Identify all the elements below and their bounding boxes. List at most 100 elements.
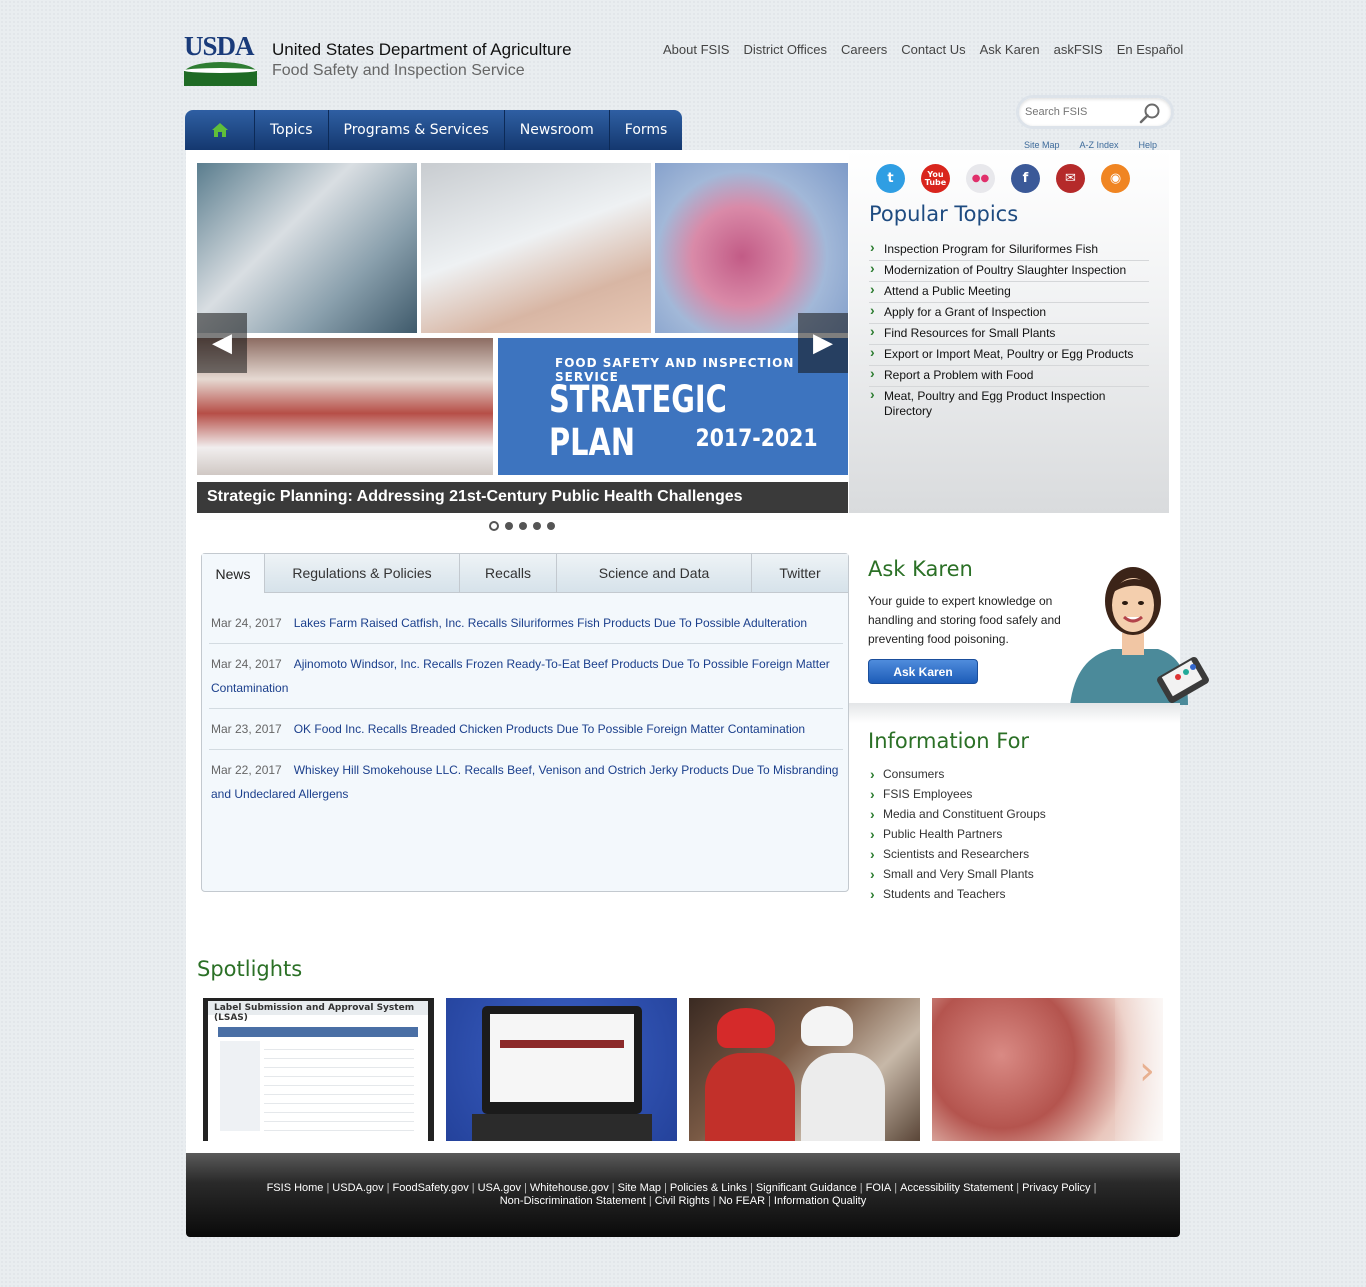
slide-dot-5[interactable]: [547, 522, 555, 530]
popular-topics-title: Popular Topics: [869, 202, 1019, 226]
utility-nav: About FSIS District Offices Careers Cont…: [663, 42, 1183, 57]
information-for-item[interactable]: Scientists and Researchers: [869, 844, 1046, 864]
arrow-right-icon: ▶: [813, 328, 833, 358]
popular-topic-item[interactable]: Report a Problem with Food: [869, 366, 1149, 387]
footer-link[interactable]: Site Map: [618, 1182, 661, 1194]
ask-karen-title: Ask Karen: [868, 557, 973, 581]
usda-logo[interactable]: USDA: [184, 31, 257, 86]
az-index-link[interactable]: A-Z Index: [1080, 140, 1119, 150]
footer-link[interactable]: USA.gov: [478, 1182, 521, 1194]
tab-recalls[interactable]: Recalls: [460, 554, 557, 593]
footer-link[interactable]: Whitehouse.gov: [530, 1182, 609, 1194]
utility-link-district-offices[interactable]: District Offices: [743, 42, 827, 57]
information-for-item[interactable]: Small and Very Small Plants: [869, 864, 1046, 884]
slide-dot-4[interactable]: [533, 522, 541, 530]
spotlights-title: Spotlights: [197, 957, 303, 981]
nav-programs-services[interactable]: Programs & Services: [329, 110, 505, 150]
slide-photo-processing-line[interactable]: [197, 163, 417, 333]
site-map-link[interactable]: Site Map: [1024, 140, 1060, 150]
news-item: Mar 22, 2017 Whiskey Hill Smokehouse LLC.…: [209, 750, 843, 814]
information-for-item[interactable]: Media and Constituent Groups: [869, 804, 1046, 824]
footer-link[interactable]: Civil Rights: [655, 1195, 710, 1207]
footer-link[interactable]: Privacy Policy: [1022, 1182, 1090, 1194]
information-for-item[interactable]: Consumers: [869, 764, 1046, 784]
slide-strategic-plan[interactable]: FOOD SAFETY AND INSPECTION SERVICE STRAT…: [498, 338, 848, 475]
utility-link-careers[interactable]: Careers: [841, 42, 887, 57]
footer-link[interactable]: Policies & Links: [670, 1182, 747, 1194]
news-link[interactable]: OK Food Inc. Recalls Breaded Chicken Pro…: [294, 722, 805, 736]
agency-name[interactable]: United States Department of Agriculture: [272, 40, 572, 60]
news-link[interactable]: Ajinomoto Windsor, Inc. Recalls Frozen R…: [211, 657, 830, 695]
slide-caption[interactable]: Strategic Planning: Addressing 21st-Cent…: [197, 482, 848, 513]
tab-science-data[interactable]: Science and Data: [557, 554, 752, 593]
nav-topics[interactable]: Topics: [255, 110, 329, 150]
footer-link[interactable]: No FEAR: [719, 1195, 765, 1207]
spotlight-laptop[interactable]: [446, 998, 677, 1141]
utility-link-contact-us[interactable]: Contact Us: [901, 42, 965, 57]
nav-forms[interactable]: Forms: [610, 110, 683, 150]
spotlight-lsas[interactable]: Label Submission and Approval System (LS…: [203, 998, 434, 1141]
popular-topic-item[interactable]: Apply for a Grant of Inspection: [869, 303, 1149, 324]
utility-link-en-espanol[interactable]: En Español: [1117, 42, 1184, 57]
information-for-item[interactable]: Students and Teachers: [869, 884, 1046, 904]
spotlight-inspectors[interactable]: [689, 998, 920, 1141]
slide-next-button[interactable]: ▶: [798, 313, 848, 373]
search-input[interactable]: [1025, 103, 1135, 121]
agency-subtitle[interactable]: Food Safety and Inspection Service: [272, 62, 525, 80]
slide-dot-2[interactable]: [505, 522, 513, 530]
spotlight-ham[interactable]: ›: [932, 998, 1163, 1141]
spotlight-next-icon[interactable]: ›: [1139, 1048, 1155, 1094]
slide-dot-3[interactable]: [519, 522, 527, 530]
flickr-icon[interactable]: ●●: [966, 164, 995, 193]
slide-photo-inspector[interactable]: [421, 163, 651, 333]
footer-link[interactable]: FSIS Home: [267, 1182, 324, 1194]
facebook-icon[interactable]: f: [1011, 164, 1040, 193]
information-for-item[interactable]: Public Health Partners: [869, 824, 1046, 844]
karen-avatar[interactable]: [1060, 553, 1210, 705]
popular-topic-item[interactable]: Export or Import Meat, Poultry or Egg Pr…: [869, 345, 1149, 366]
footer-link[interactable]: Accessibility Statement: [900, 1182, 1013, 1194]
footer-link[interactable]: FoodSafety.gov: [393, 1182, 469, 1194]
email-icon[interactable]: ✉: [1056, 164, 1085, 193]
popular-topic-item[interactable]: Modernization of Poultry Slaughter Inspe…: [869, 261, 1149, 282]
slide-photo-petri-dish[interactable]: [655, 163, 848, 333]
youtube-icon[interactable]: You Tube: [921, 164, 950, 193]
footer-link[interactable]: Significant Guidance: [756, 1182, 857, 1194]
slide-prev-button[interactable]: ◀: [197, 313, 247, 373]
footer-link[interactable]: Information Quality: [774, 1195, 866, 1207]
nav-home[interactable]: [185, 110, 255, 150]
footer-link[interactable]: Non-Discrimination Statement: [500, 1195, 646, 1207]
footer-link[interactable]: USDA.gov: [332, 1182, 383, 1194]
information-for-title: Information For: [868, 729, 1030, 753]
strategic-plan-years: 2017-2021: [695, 424, 818, 452]
popular-topic-item[interactable]: Find Resources for Small Plants: [869, 324, 1149, 345]
tab-twitter[interactable]: Twitter: [752, 554, 848, 593]
usda-logo-text: USDA: [184, 31, 255, 61]
utility-link-about-fsis[interactable]: About FSIS: [663, 42, 729, 57]
information-for-item[interactable]: FSIS Employees: [869, 784, 1046, 804]
utility-link-askfsis[interactable]: askFSIS: [1054, 42, 1103, 57]
news-date: Mar 24, 2017: [211, 616, 282, 630]
popular-topic-item[interactable]: Meat, Poultry and Egg Product Inspection…: [869, 387, 1149, 422]
news-link[interactable]: Lakes Farm Raised Catfish, Inc. Recalls …: [294, 616, 807, 630]
ask-karen-divider: [849, 703, 1180, 723]
tab-news[interactable]: News: [202, 554, 265, 593]
news-link[interactable]: Whiskey Hill Smokehouse LLC. Recalls Bee…: [211, 763, 838, 801]
popular-topic-item[interactable]: Inspection Program for Siluriformes Fish: [869, 240, 1149, 261]
footer-row-2: Non-Discrimination Statement | Civil Right…: [499, 1195, 867, 1207]
ask-karen-button[interactable]: Ask Karen: [868, 659, 978, 684]
search-icon[interactable]: [1139, 102, 1161, 124]
twitter-icon[interactable]: t: [876, 164, 905, 193]
popular-topic-item[interactable]: Attend a Public Meeting: [869, 282, 1149, 303]
tab-regulations-policies[interactable]: Regulations & Policies: [265, 554, 460, 593]
nav-newsroom[interactable]: Newsroom: [505, 110, 610, 150]
search-box: [1016, 95, 1174, 129]
rss-icon[interactable]: ◉: [1101, 164, 1130, 193]
help-link[interactable]: Help: [1139, 140, 1158, 150]
footer-link[interactable]: FOIA: [866, 1182, 892, 1194]
tab-strip: News Regulations & Policies Recalls Scie…: [202, 554, 848, 593]
arrow-left-icon: ◀: [212, 328, 232, 358]
slide-dot-1[interactable]: [489, 521, 499, 531]
popular-topics-list: Inspection Program for Siluriformes Fish…: [869, 240, 1149, 422]
utility-link-ask-karen[interactable]: Ask Karen: [980, 42, 1040, 57]
